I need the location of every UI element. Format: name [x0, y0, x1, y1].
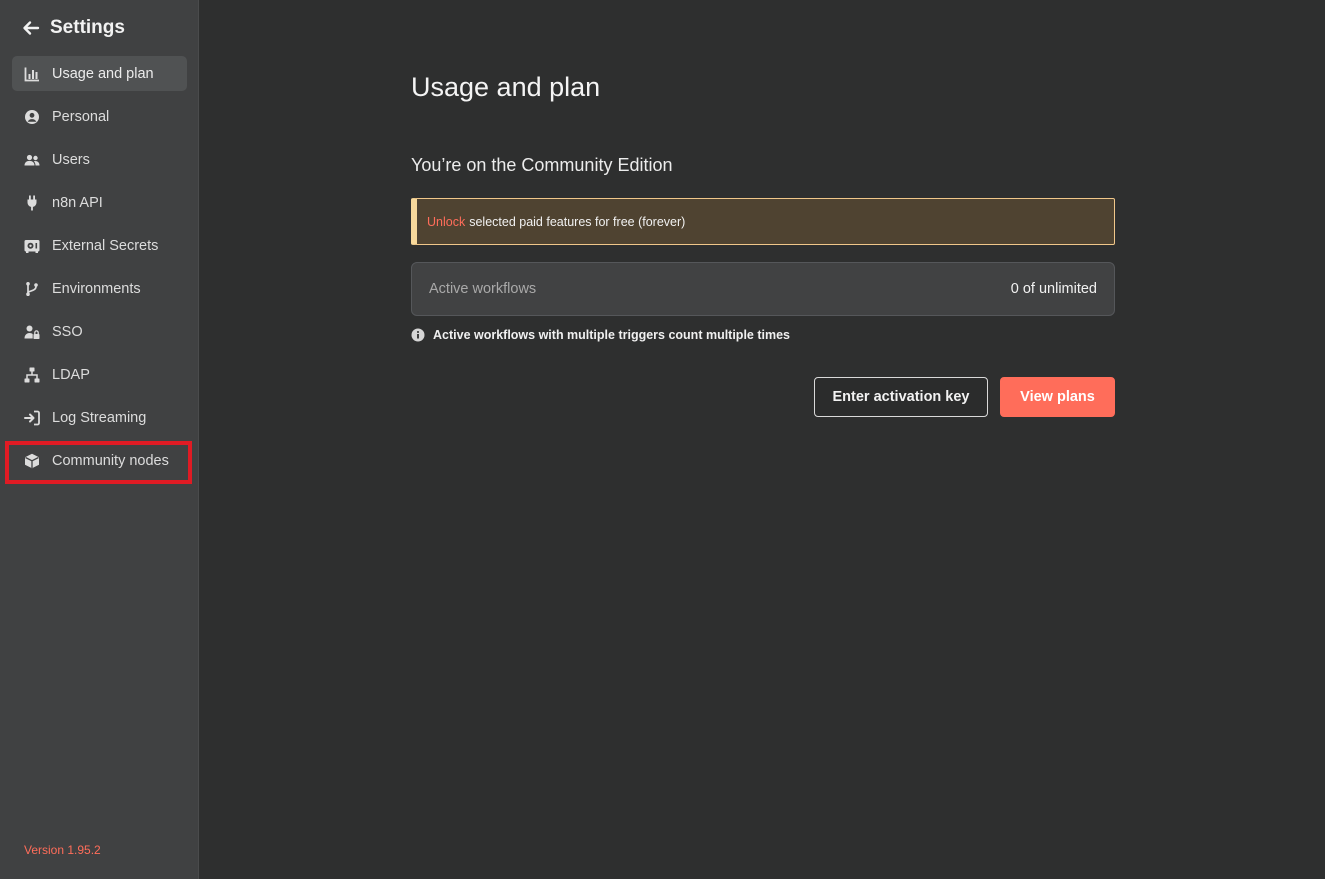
sidebar-item-sso[interactable]: SSO — [12, 314, 187, 349]
sidebar-item-ldap[interactable]: LDAP — [12, 357, 187, 392]
code-branch-icon — [24, 281, 40, 297]
info-note: Active workflows with multiple triggers … — [411, 328, 790, 342]
cube-icon — [24, 453, 40, 469]
sidebar-item-label: SSO — [52, 323, 83, 340]
sidebar-item-log-streaming[interactable]: Log Streaming — [12, 400, 187, 435]
sidebar-item-n8n-api[interactable]: n8n API — [12, 185, 187, 220]
vault-icon — [24, 238, 40, 254]
users-icon — [24, 152, 40, 168]
sidebar-item-community-nodes[interactable]: Community nodes — [12, 443, 187, 478]
info-circle-icon — [411, 328, 425, 342]
usage-label: Active workflows — [429, 281, 537, 297]
page-title: Usage and plan — [411, 72, 601, 102]
network-wired-icon — [24, 367, 40, 383]
enter-activation-key-button[interactable]: Enter activation key — [814, 377, 988, 417]
view-plans-button[interactable]: View plans — [1000, 377, 1115, 417]
info-note-text: Active workflows with multiple triggers … — [433, 328, 790, 342]
active-workflows-usage: Active workflows 0 of unlimited — [411, 262, 1115, 316]
settings-nav: Usage and plan Personal Users n8n API Ex… — [12, 56, 187, 486]
version-label: Version 1.95.2 — [24, 843, 101, 857]
usage-value: 0 of unlimited — [1010, 281, 1097, 297]
sidebar-item-label: Users — [52, 151, 90, 168]
user-circle-icon — [24, 109, 40, 125]
edition-subtitle: You’re on the Community Edition — [411, 155, 673, 175]
sidebar-item-label: LDAP — [52, 366, 90, 383]
sidebar-item-label: n8n API — [52, 194, 103, 211]
chart-bar-icon — [24, 66, 40, 82]
sidebar-title: Settings — [50, 17, 125, 38]
sidebar-item-external-secrets[interactable]: External Secrets — [12, 228, 187, 263]
unlock-callout: Unlock selected paid features for free (… — [411, 198, 1115, 245]
user-lock-icon — [24, 324, 40, 340]
sidebar-item-label: Log Streaming — [52, 409, 147, 426]
sidebar-item-label: Community nodes — [52, 452, 169, 469]
callout-text: selected paid features for free (forever… — [469, 214, 686, 229]
sidebar-item-environments[interactable]: Environments — [12, 271, 187, 306]
sidebar-item-label: Personal — [52, 108, 110, 125]
sidebar-item-label: Environments — [52, 280, 141, 297]
sidebar-item-users[interactable]: Users — [12, 142, 187, 177]
arrow-left-icon[interactable] — [22, 19, 40, 37]
sidebar-item-label: Usage and plan — [52, 65, 154, 82]
settings-sidebar: Settings Usage and plan Personal Users n… — [0, 0, 199, 879]
sign-in-icon — [24, 410, 40, 426]
sidebar-header: Settings — [22, 16, 125, 40]
sidebar-item-usage-and-plan[interactable]: Usage and plan — [12, 56, 187, 91]
sidebar-item-label: External Secrets — [52, 237, 159, 254]
sidebar-item-personal[interactable]: Personal — [12, 99, 187, 134]
unlock-link[interactable]: Unlock — [427, 215, 465, 229]
plug-icon — [24, 195, 40, 211]
